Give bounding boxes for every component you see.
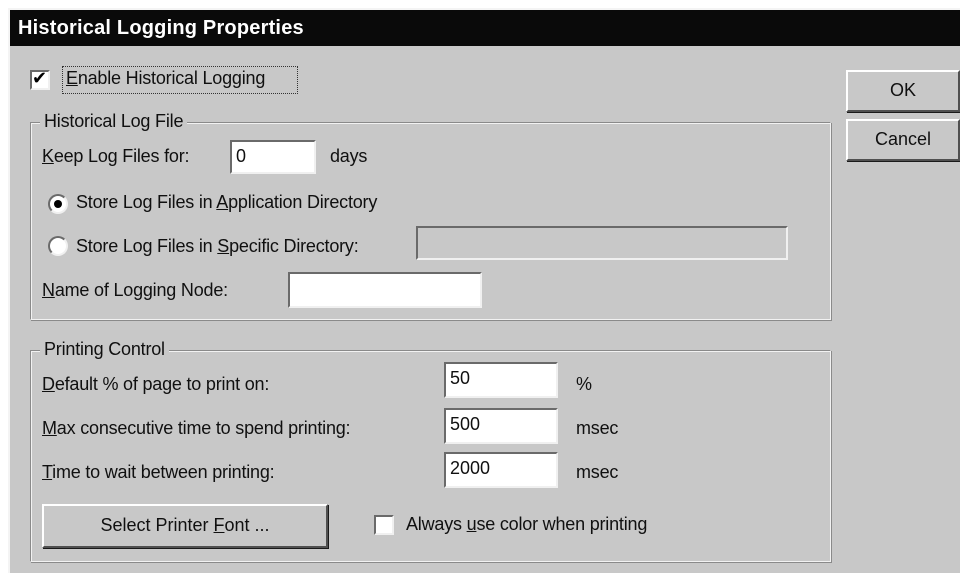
wait-time-input[interactable]: 2000: [444, 452, 558, 488]
store-specific-dir-radio[interactable]: [48, 236, 68, 256]
radio-dot-icon: [54, 200, 62, 208]
max-time-label: Max consecutive time to spend printing:: [42, 418, 351, 438]
select-printer-font-button[interactable]: Select Printer Font ...: [42, 504, 328, 548]
specific-dir-input[interactable]: [416, 226, 788, 260]
keep-days-input[interactable]: 0: [230, 140, 316, 174]
checkmark-icon: ✔: [32, 68, 48, 89]
ok-button[interactable]: OK: [846, 70, 960, 112]
dialog-window: Historical Logging Properties ✔ Enable H…: [8, 8, 960, 573]
max-time-input[interactable]: 500: [444, 408, 558, 444]
always-color-label[interactable]: Always use color when printing: [406, 514, 647, 535]
cancel-button[interactable]: Cancel: [846, 119, 960, 161]
wait-time-unit-label: msec: [576, 462, 619, 482]
enable-logging-checkbox[interactable]: ✔: [30, 68, 50, 90]
logging-node-input[interactable]: [288, 272, 482, 308]
always-color-checkbox[interactable]: [374, 515, 394, 535]
store-app-dir-radio[interactable]: [48, 194, 68, 214]
store-app-dir-label[interactable]: Store Log Files in Application Directory: [76, 192, 377, 213]
enable-logging-label[interactable]: Enable Historical Logging: [66, 68, 265, 89]
wait-time-label: Time to wait between printing:: [42, 462, 275, 482]
max-time-unit-label: msec: [576, 418, 619, 438]
printing-control-group-title: Printing Control: [40, 339, 169, 360]
title-bar: Historical Logging Properties: [10, 10, 960, 46]
logging-node-label: Name of Logging Node:: [42, 280, 228, 300]
keep-log-files-label: Keep Log Files for:: [42, 146, 190, 166]
window-title: Historical Logging Properties: [18, 17, 304, 39]
days-unit-label: days: [330, 146, 368, 166]
store-specific-dir-label[interactable]: Store Log Files in Specific Directory:: [76, 236, 359, 257]
percent-unit-label: %: [576, 374, 592, 394]
default-pct-input[interactable]: 50: [444, 362, 558, 398]
log-file-group-title: Historical Log File: [40, 111, 188, 132]
default-pct-label: Default % of page to print on:: [42, 374, 270, 394]
